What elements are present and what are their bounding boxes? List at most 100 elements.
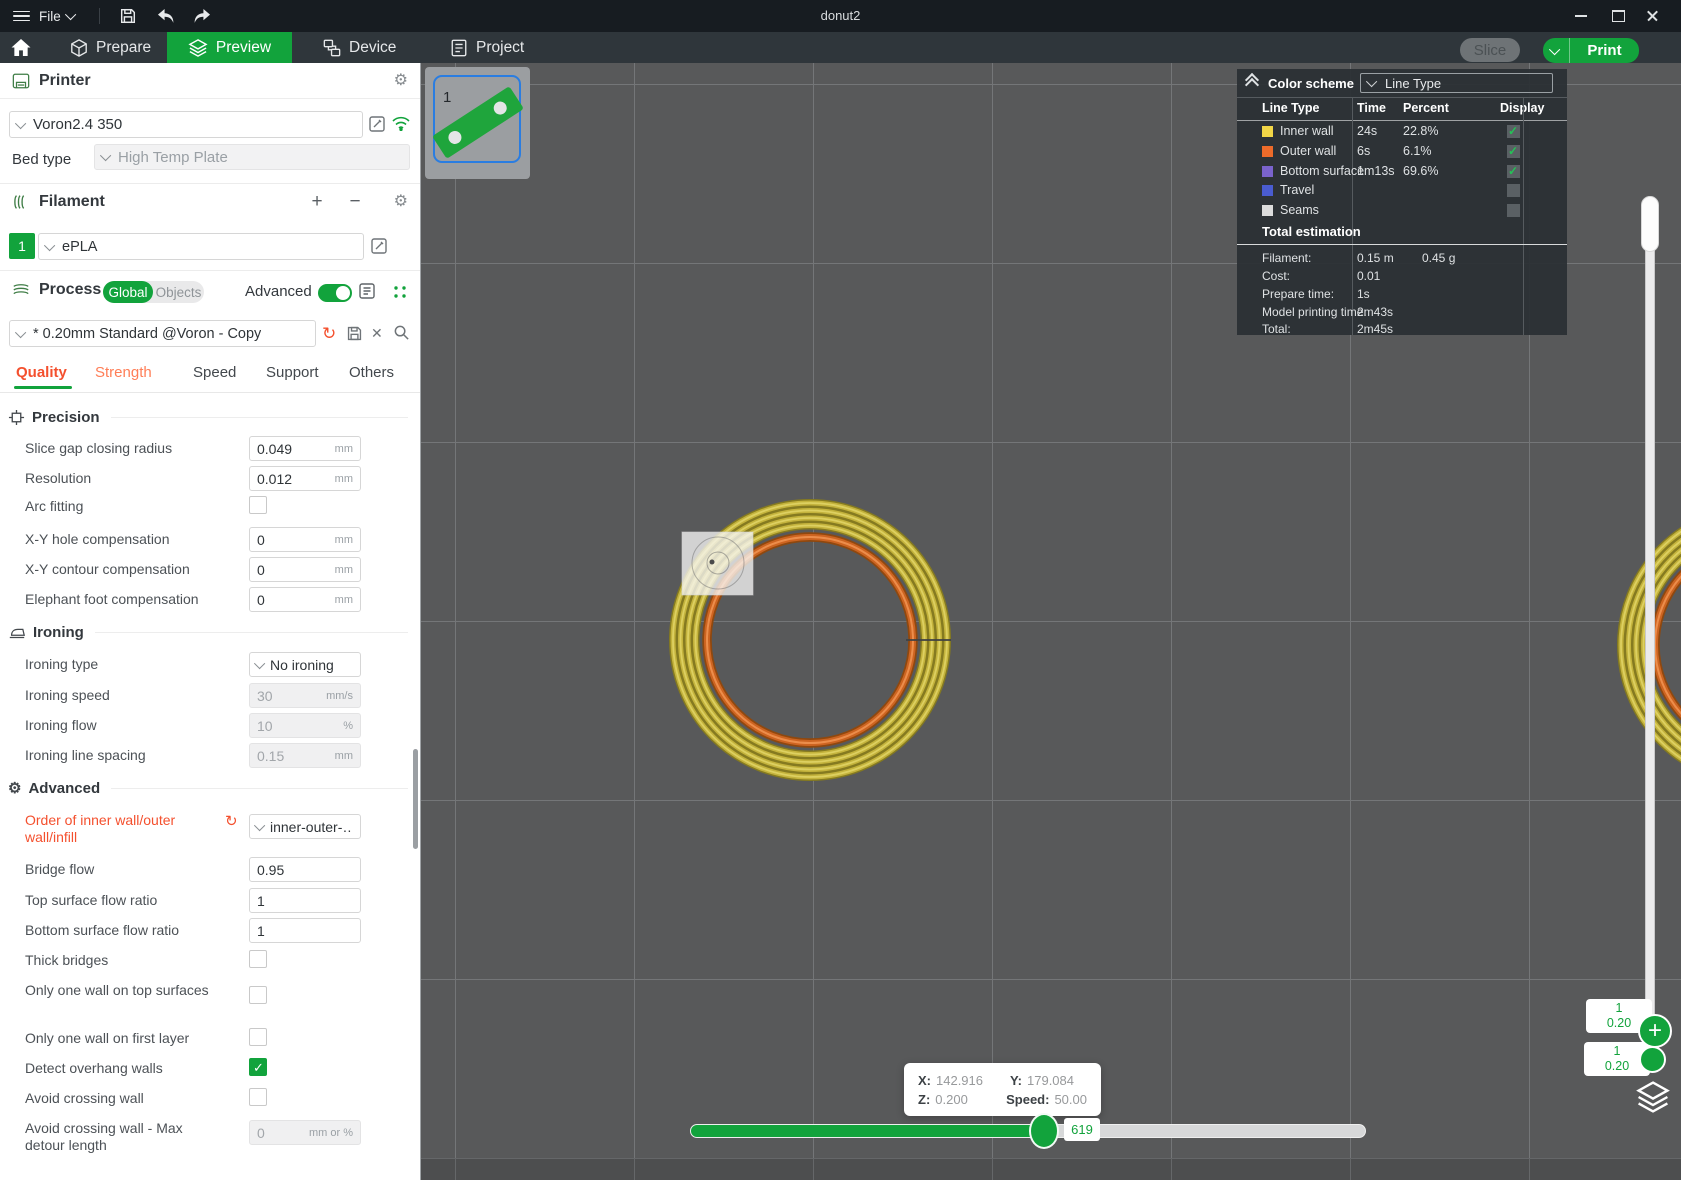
bed-type-label: Bed type (12, 151, 72, 168)
donut-hole (491, 99, 510, 118)
tab-support[interactable]: Support (266, 364, 319, 381)
param-input-disabled[interactable]: 0.15 mm (249, 743, 361, 768)
param-label: Slice gap closing radius (25, 440, 173, 456)
reset-preset-icon[interactable]: ↻ (322, 325, 336, 342)
color-scheme-select[interactable]: Line Type (1360, 73, 1553, 93)
delete-preset-icon[interactable]: ✕ (371, 325, 383, 342)
save-preset-icon[interactable] (346, 325, 363, 342)
undo-button[interactable] (156, 0, 176, 32)
close-button[interactable] (1639, 4, 1665, 28)
param-checkbox[interactable] (249, 1088, 267, 1106)
param-select[interactable]: inner-outer-… (249, 814, 361, 839)
x-value: 142.916 (936, 1072, 983, 1088)
edit-printer-icon[interactable] (368, 115, 386, 133)
printer-settings-gear-icon[interactable]: ⚙ (394, 72, 408, 89)
advanced-mode-toggle[interactable] (318, 284, 352, 302)
param-input-disabled[interactable]: 10% (249, 713, 361, 738)
process-preset-select[interactable]: * 0.20mm Standard @Voron - Copy (9, 320, 316, 347)
estimation-row: Cost: 0.01 (1237, 267, 1567, 287)
bed-type-select[interactable]: High Temp Plate (94, 144, 410, 170)
param-input[interactable]: 0.95 (249, 857, 361, 882)
process-scope-toggle: Global Objects (103, 281, 204, 303)
param-input[interactable]: 0 mm (249, 557, 361, 582)
filament-settings-gear-icon[interactable]: ⚙ (394, 193, 408, 210)
print-button[interactable]: Print (1543, 38, 1639, 63)
param-input-disabled[interactable]: 0 mm or % (249, 1120, 361, 1145)
display-checkbox[interactable] (1507, 204, 1520, 217)
tab-others[interactable]: Others (349, 364, 394, 381)
line-type-swatch (1262, 205, 1273, 216)
param-value: 0 (257, 1124, 265, 1141)
param-checkbox[interactable] (249, 1058, 267, 1076)
file-menu-chevron[interactable] (64, 0, 77, 32)
tab-strength[interactable]: Strength (95, 364, 152, 381)
slice-button[interactable]: Slice (1460, 38, 1520, 62)
param-checkbox[interactable] (249, 950, 267, 968)
edit-filament-icon[interactable] (370, 237, 388, 255)
panel-scrollbar[interactable] (413, 749, 418, 849)
tab-prepare[interactable]: Prepare (70, 32, 151, 63)
home-button[interactable] (10, 32, 32, 63)
param-input[interactable]: 1 (249, 918, 361, 943)
collapse-legend-button[interactable] (1244, 72, 1260, 93)
layer-range-add-button[interactable]: + (1638, 1014, 1672, 1048)
objects-grid-icon[interactable] (392, 284, 408, 300)
layer-slider-handle[interactable] (1641, 196, 1659, 252)
scope-objects-button[interactable]: Objects (153, 281, 204, 303)
wifi-icon[interactable] (391, 115, 411, 131)
process-icon (13, 283, 29, 294)
display-checkbox[interactable] (1507, 142, 1520, 161)
layer-slider-lower-thumb[interactable] (1639, 1046, 1666, 1073)
minimize-button[interactable] (1568, 4, 1594, 28)
project-icon (451, 39, 467, 56)
param-checkbox[interactable] (249, 496, 267, 514)
param-checkbox[interactable] (249, 1028, 267, 1046)
display-checkbox[interactable] (1507, 162, 1520, 181)
param-select[interactable]: No ironing (249, 652, 361, 677)
param-input[interactable]: 0 mm (249, 527, 361, 552)
tab-device[interactable]: Device (323, 32, 396, 63)
param-input-disabled[interactable]: 30 mm/s (249, 683, 361, 708)
remove-filament-button[interactable]: − (350, 192, 361, 211)
tab-quality[interactable]: Quality (16, 364, 67, 381)
line-type-time: 6s (1357, 144, 1371, 158)
display-checkbox[interactable] (1507, 122, 1520, 141)
redo-button[interactable] (192, 0, 212, 32)
maximize-button[interactable] (1605, 4, 1631, 28)
param-input[interactable]: 0.049 mm (249, 436, 361, 461)
param-checkbox[interactable] (249, 986, 267, 1004)
param-input[interactable]: 1 (249, 888, 361, 913)
plate-thumbnail[interactable]: 1 (425, 67, 530, 179)
filament-slot-badge[interactable]: 1 (9, 233, 35, 259)
layer-slider-track[interactable] (1645, 196, 1655, 1041)
move-slider-track[interactable] (690, 1124, 1366, 1138)
reset-param-icon[interactable]: ↻ (225, 814, 238, 829)
line-type-label: Seams (1280, 203, 1319, 217)
file-menu[interactable]: File (13, 0, 61, 32)
parameter-table-icon[interactable] (358, 282, 376, 300)
chevron-down-icon (43, 239, 56, 251)
layers-view-button[interactable] (1634, 1081, 1672, 1113)
move-slider-thumb[interactable] (1029, 1113, 1059, 1149)
filament-select[interactable]: ePLA (38, 233, 364, 260)
search-icon[interactable] (393, 324, 410, 341)
active-tab-underline (14, 386, 72, 389)
scope-global-button[interactable]: Global (103, 281, 153, 303)
filament-icon (14, 194, 25, 209)
printer-select[interactable]: Voron2.4 350 (9, 111, 363, 138)
tab-project[interactable]: Project (450, 32, 524, 63)
tab-preview[interactable]: Preview (167, 32, 292, 63)
plus-icon: + (1647, 1017, 1662, 1044)
param-unit: mm/s (326, 689, 353, 702)
save-button[interactable] (119, 0, 137, 32)
param-input[interactable]: 0 mm (249, 587, 361, 612)
param-input[interactable]: 0.012 mm (249, 466, 361, 491)
legend-row: Bottom surface 1m13s 69.6% (1237, 162, 1567, 182)
tab-prepare-label: Prepare (96, 38, 152, 56)
print-options-chevron[interactable] (1543, 38, 1570, 63)
add-filament-button[interactable]: + (311, 192, 322, 211)
tab-speed[interactable]: Speed (193, 364, 236, 381)
param-value: 0 (257, 591, 265, 608)
advanced-section-icon: ⚙ (8, 780, 22, 797)
display-checkbox[interactable] (1507, 184, 1520, 197)
